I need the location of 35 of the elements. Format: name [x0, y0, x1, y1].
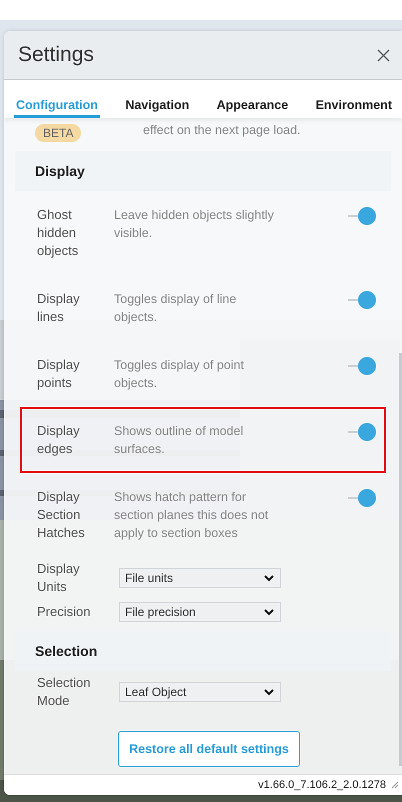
dropdown[interactable]: Leaf Object — [119, 682, 281, 702]
setting-label: Display Section Hatches — [37, 488, 86, 542]
setting-description: Leave hidden objects slightly visible. — [114, 207, 275, 242]
setting-description: Toggles display of line objects. — [114, 291, 238, 326]
beta-badge: BETA — [35, 124, 82, 142]
setting-label: Selection Mode — [37, 674, 92, 710]
toggle-switch[interactable] — [346, 488, 376, 508]
toggle-switch[interactable] — [346, 422, 376, 442]
setting-label: Display Units — [37, 560, 81, 596]
toggle-switch[interactable] — [346, 290, 376, 310]
tab[interactable]: Environment — [314, 94, 394, 118]
setting-description: Toggles display of point objects. — [114, 357, 245, 392]
section-header: Display — [15, 151, 391, 191]
chevron-down-icon — [264, 574, 274, 582]
window-title: Settings — [18, 43, 94, 67]
tab[interactable]: Navigation — [123, 94, 192, 118]
resize-grip-icon[interactable] — [391, 781, 399, 789]
chevron-down-icon — [264, 608, 274, 616]
chevron-down-icon — [264, 688, 274, 696]
setting-label: Display edges — [37, 422, 81, 458]
setting-label: Precision — [37, 603, 92, 621]
toggle-switch[interactable] — [346, 206, 376, 226]
toggle-switch[interactable] — [346, 356, 376, 376]
dropdown[interactable]: File precision — [119, 602, 281, 622]
version-text: v1.66.0_7.106.2_2.0.1278 — [258, 779, 386, 791]
close-icon[interactable] — [377, 48, 390, 62]
scrollbar[interactable] — [399, 353, 402, 766]
setting-label: Ghost hidden objects — [37, 206, 80, 260]
dropdown[interactable]: File units — [119, 568, 281, 588]
tab[interactable]: Appearance — [214, 94, 290, 118]
setting-description: effect on the next page load. — [143, 123, 302, 137]
setting-label: Display lines — [37, 290, 81, 326]
setting-description: Shows outline of model surfaces. — [114, 423, 244, 458]
setting-description: Shows hatch pattern for section planes this does not apply to section boxes — [114, 489, 270, 542]
setting-label: Display points — [37, 356, 81, 392]
